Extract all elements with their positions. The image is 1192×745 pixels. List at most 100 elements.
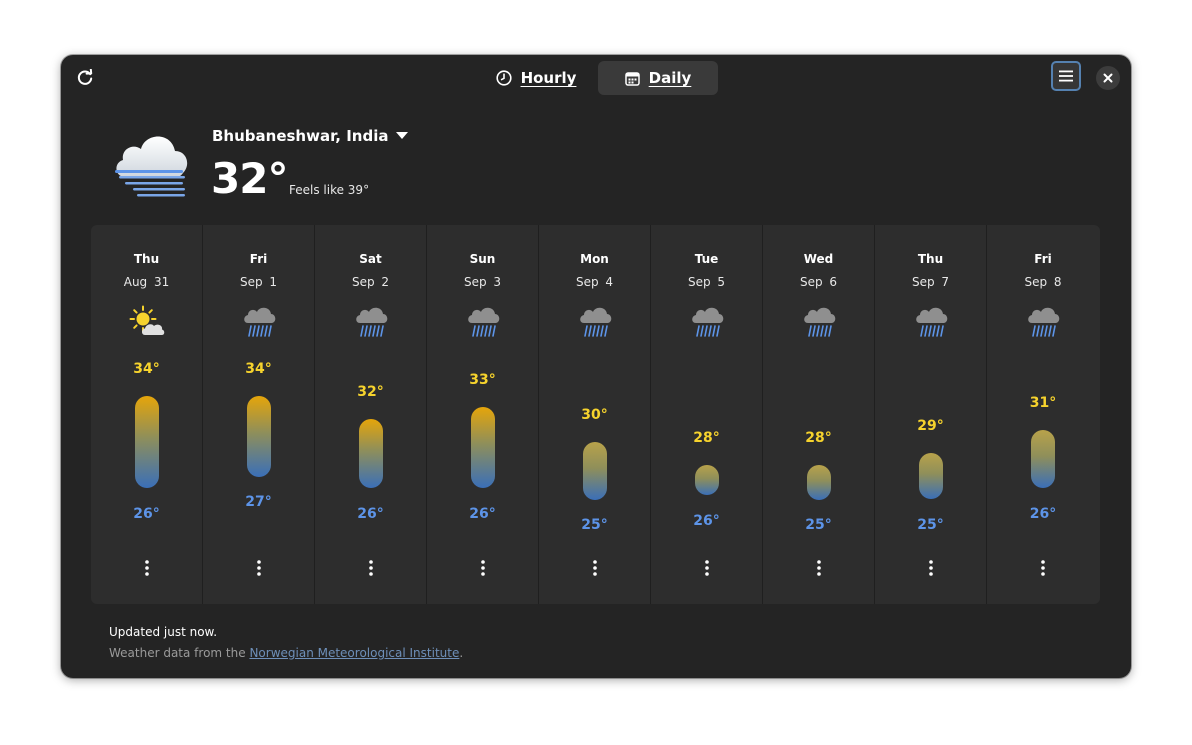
updated-status: Updated just now. <box>109 625 218 639</box>
more-options-icon[interactable] <box>481 560 485 576</box>
high-temperature: 34° <box>245 361 272 377</box>
tab-hourly-label: Hourly <box>520 69 577 87</box>
low-temperature: 27° <box>245 494 272 510</box>
location-selector[interactable]: Bhubaneshwar, India <box>212 127 409 145</box>
data-source: Weather data from the Norwegian Meteorol… <box>109 646 463 660</box>
day-column[interactable]: Sat Sep 2 32° 26° <box>315 225 427 604</box>
hamburger-menu-icon <box>1059 70 1073 82</box>
day-date: Sep 4 <box>575 275 614 289</box>
low-temperature: 26° <box>693 513 720 529</box>
low-temperature: 26° <box>133 506 160 522</box>
tab-daily-label: Daily <box>648 69 692 87</box>
more-options-icon[interactable] <box>817 560 821 576</box>
refresh-icon <box>77 69 93 85</box>
more-options-icon[interactable] <box>257 560 261 576</box>
rain-icon <box>804 307 836 337</box>
rain-icon <box>580 307 612 337</box>
low-temperature: 25° <box>581 517 608 533</box>
day-column[interactable]: Tue Sep 5 28° 26° <box>651 225 763 604</box>
view-switcher: Hourly Daily <box>481 61 718 95</box>
rain-icon <box>356 307 388 337</box>
low-temperature: 25° <box>805 517 832 533</box>
day-column[interactable]: Sun Sep 3 33° 26° <box>427 225 539 604</box>
day-column[interactable]: Thu Sep 7 29° 25° <box>875 225 987 604</box>
low-temperature: 26° <box>1029 506 1057 522</box>
high-temperature: 34° <box>133 361 160 377</box>
low-temperature: 26° <box>469 506 496 522</box>
partly-cloudy-icon <box>129 305 165 335</box>
more-options-icon[interactable] <box>145 560 149 576</box>
day-column[interactable]: Fri Sep 1 34° 27° <box>203 225 315 604</box>
day-column[interactable]: Thu Aug 31 34° 26° <box>91 225 203 604</box>
day-name: Fri <box>1034 252 1052 266</box>
day-name: Thu <box>133 252 160 266</box>
source-link[interactable]: Norwegian Meteorological Institute <box>249 646 459 660</box>
temperature-range-bar <box>695 465 719 495</box>
rain-icon <box>468 307 500 337</box>
day-name: Mon <box>580 252 609 266</box>
day-column[interactable]: Wed Sep 6 28° 25° <box>763 225 875 604</box>
tab-hourly[interactable]: Hourly <box>481 61 591 95</box>
source-suffix: . <box>459 646 464 660</box>
temperature-range-bar <box>1031 430 1055 488</box>
header-bar: Hourly Daily <box>61 55 1131 101</box>
temperature-range-bar <box>919 453 943 499</box>
weather-window: Hourly Daily Bhubaneshwar, India 32° Fee… <box>61 55 1131 678</box>
day-column[interactable]: Fri Sep 8 31° 26° <box>987 225 1099 604</box>
day-name: Fri <box>249 252 268 266</box>
calendar-icon <box>624 71 640 86</box>
day-name: Wed <box>803 252 834 266</box>
high-temperature: 28° <box>693 430 720 446</box>
day-column[interactable]: Mon Sep 4 30° 25° <box>539 225 651 604</box>
day-name: Tue <box>694 252 719 266</box>
low-temperature: 26° <box>357 506 384 522</box>
more-options-icon[interactable] <box>1041 560 1045 576</box>
tab-daily[interactable]: Daily <box>598 61 718 95</box>
day-date: Sep 2 <box>351 275 390 289</box>
low-temperature: 25° <box>917 517 944 533</box>
more-options-icon[interactable] <box>705 560 709 576</box>
rain-icon <box>692 307 724 337</box>
source-prefix: Weather data from the <box>109 646 250 660</box>
day-date: Sep 3 <box>463 275 502 289</box>
rain-icon <box>244 307 276 337</box>
day-date: Sep 8 <box>1024 275 1062 289</box>
rain-icon <box>1028 307 1060 337</box>
day-date: Sep 1 <box>239 275 278 289</box>
high-temperature: 32° <box>357 384 384 400</box>
more-options-icon[interactable] <box>593 560 597 576</box>
day-date: Aug 31 <box>123 275 170 289</box>
clock-icon <box>495 70 512 86</box>
day-name: Thu <box>917 252 944 266</box>
more-options-icon[interactable] <box>369 560 373 576</box>
daily-forecast: Thu Aug 31 34° 26° Fri Sep 1 34° 27° Sat Sep 2 32°… <box>91 225 1100 604</box>
current-temperature: 32° <box>211 154 288 203</box>
temperature-range-bar <box>807 465 831 500</box>
location-label: Bhubaneshwar, India <box>212 127 389 145</box>
rain-icon <box>916 307 948 337</box>
refresh-button[interactable] <box>71 64 99 92</box>
temperature-range-bar <box>583 442 607 500</box>
temperature-range-bar <box>359 419 383 488</box>
main-menu-button[interactable] <box>1051 61 1081 91</box>
more-options-icon[interactable] <box>929 560 933 576</box>
day-date: Sep 7 <box>911 275 950 289</box>
high-temperature: 33° <box>469 372 496 388</box>
day-name: Sun <box>469 252 496 266</box>
day-date: Sep 6 <box>799 275 838 289</box>
temperature-range-bar <box>135 396 159 488</box>
high-temperature: 29° <box>917 418 944 434</box>
temperature-range-bar <box>247 396 271 477</box>
fog-cloud-icon <box>115 136 188 197</box>
high-temperature: 31° <box>1029 395 1057 411</box>
current-conditions: Bhubaneshwar, India 32° Feels like 39° <box>111 127 711 227</box>
day-date: Sep 5 <box>687 275 726 289</box>
temperature-range-bar <box>471 407 495 488</box>
dropdown-arrow-icon <box>396 132 409 139</box>
close-icon <box>1103 73 1113 83</box>
high-temperature: 30° <box>581 407 608 423</box>
high-temperature: 28° <box>805 430 832 446</box>
close-button[interactable] <box>1096 66 1120 90</box>
feels-like: Feels like 39° <box>289 183 370 197</box>
day-name: Sat <box>359 252 382 266</box>
